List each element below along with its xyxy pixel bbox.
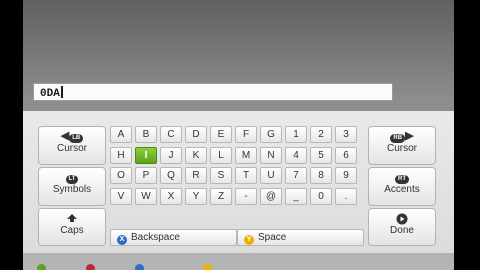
- key-I[interactable]: I: [135, 146, 157, 164]
- key-K[interactable]: K: [185, 146, 207, 164]
- key-X[interactable]: X: [160, 187, 182, 205]
- button-legend-bar: [23, 259, 454, 270]
- symbols-button[interactable]: LT Symbols: [38, 167, 106, 206]
- key-F[interactable]: F: [235, 126, 257, 143]
- key-Z[interactable]: Z: [210, 187, 232, 205]
- key-N[interactable]: N: [260, 146, 282, 164]
- key-_[interactable]: _: [285, 187, 307, 205]
- caps-button[interactable]: Caps: [38, 208, 106, 246]
- key-R[interactable]: R: [185, 167, 207, 184]
- text-caret: [60, 86, 63, 98]
- key-B[interactable]: B: [135, 126, 157, 143]
- left-trigger-icon: LT: [39, 172, 105, 184]
- key-@[interactable]: @: [260, 187, 282, 205]
- key-3[interactable]: 3: [335, 126, 357, 143]
- input-value: 0DA: [40, 86, 63, 100]
- cursor-left-icon: ◀ LB: [39, 131, 105, 143]
- key-1[interactable]: 1: [285, 126, 307, 143]
- key--[interactable]: -: [235, 187, 257, 205]
- text-input[interactable]: 0DA: [33, 83, 393, 101]
- key-H[interactable]: H: [110, 146, 132, 164]
- cursor-right-icon: RB ▶: [369, 131, 435, 143]
- key-4[interactable]: 4: [285, 146, 307, 164]
- y-button-icon: [203, 264, 212, 270]
- y-button-icon: Y: [244, 235, 254, 245]
- b-button-icon: [86, 264, 95, 270]
- key-0[interactable]: 0: [310, 187, 332, 205]
- key-J[interactable]: J: [160, 146, 182, 164]
- key-2[interactable]: 2: [310, 126, 332, 143]
- a-button-icon: [37, 264, 46, 270]
- key-D[interactable]: D: [185, 126, 207, 143]
- backspace-button[interactable]: X Backspace: [110, 229, 237, 246]
- keyboard-screen: 0DA ◀ LB Cursor LT Symbols Caps RB ▶ Curso…: [23, 0, 454, 270]
- key-W[interactable]: W: [135, 187, 157, 205]
- cursor-right-button[interactable]: RB ▶ Cursor: [368, 126, 436, 165]
- x-button-icon: X: [117, 235, 127, 245]
- key-O[interactable]: O: [110, 167, 132, 184]
- key-6[interactable]: 6: [335, 146, 357, 164]
- key-M[interactable]: M: [235, 146, 257, 164]
- done-button[interactable]: Done: [368, 208, 436, 246]
- key-A[interactable]: A: [110, 126, 132, 143]
- caps-icon: [39, 213, 105, 224]
- cursor-left-button[interactable]: ◀ LB Cursor: [38, 126, 106, 165]
- key-G[interactable]: G: [260, 126, 282, 143]
- key-9[interactable]: 9: [335, 167, 357, 184]
- virtual-keyboard: ◀ LB Cursor LT Symbols Caps RB ▶ Cursor RT…: [23, 111, 454, 253]
- x-button-icon: [135, 264, 144, 270]
- key-V[interactable]: V: [110, 187, 132, 205]
- key-U[interactable]: U: [260, 167, 282, 184]
- key-L[interactable]: L: [210, 146, 232, 164]
- accents-button[interactable]: RT Accents: [368, 167, 436, 206]
- key-.[interactable]: .: [335, 187, 357, 205]
- key-Y[interactable]: Y: [185, 187, 207, 205]
- key-S[interactable]: S: [210, 167, 232, 184]
- key-Q[interactable]: Q: [160, 167, 182, 184]
- key-7[interactable]: 7: [285, 167, 307, 184]
- start-button-icon: [369, 213, 435, 225]
- key-E[interactable]: E: [210, 126, 232, 143]
- key-8[interactable]: 8: [310, 167, 332, 184]
- key-T[interactable]: T: [235, 167, 257, 184]
- space-button[interactable]: Y Space: [237, 229, 364, 246]
- key-5[interactable]: 5: [310, 146, 332, 164]
- key-P[interactable]: P: [135, 167, 157, 184]
- right-trigger-icon: RT: [369, 172, 435, 184]
- key-C[interactable]: C: [160, 126, 182, 143]
